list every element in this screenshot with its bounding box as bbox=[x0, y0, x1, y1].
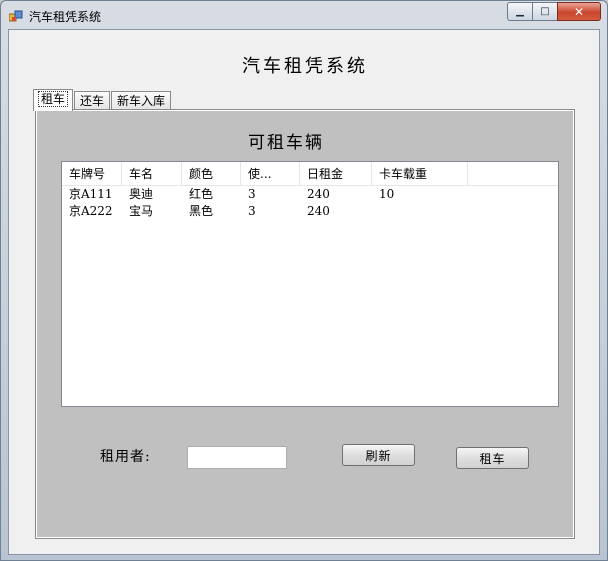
refresh-button[interactable]: 刷新 bbox=[342, 444, 415, 466]
cell-color: 红色 bbox=[189, 187, 214, 201]
close-button[interactable]: ✕ bbox=[557, 2, 601, 21]
car-list-view[interactable]: 车牌号 车名 颜色 使... 日租金 卡车载重 京A111 奥迪 红色 3 24… bbox=[61, 161, 559, 407]
cell-daily-rent: 240 bbox=[307, 187, 330, 201]
rent-button[interactable]: 租车 bbox=[456, 447, 529, 469]
list-header: 车牌号 车名 颜色 使... 日租金 卡车载重 bbox=[62, 162, 558, 186]
app-heading: 汽车租凭系统 bbox=[242, 56, 368, 77]
cell-years: 3 bbox=[248, 187, 256, 201]
cell-daily-rent: 240 bbox=[307, 204, 330, 218]
maximize-icon: □ bbox=[540, 6, 550, 17]
rent-tab-panel: 可租车辆 车牌号 车名 颜色 使... 日租金 卡车载重 京A111 奥迪 红色… bbox=[35, 109, 575, 539]
column-header-daily-rent[interactable]: 日租金 bbox=[300, 162, 372, 186]
minimize-button[interactable]: ▁ bbox=[507, 2, 533, 21]
cell-name: 宝马 bbox=[129, 204, 154, 218]
caption-buttons: ▁ □ ✕ bbox=[507, 2, 601, 21]
column-header-truck-load[interactable]: 卡车载重 bbox=[372, 162, 468, 186]
window-title: 汽车租凭系统 bbox=[29, 10, 102, 24]
tab-new-car[interactable]: 新车入库 bbox=[111, 91, 172, 111]
cell-truck-load: 10 bbox=[379, 187, 395, 201]
renter-input[interactable] bbox=[187, 446, 287, 469]
tab-new-car-label: 新车入库 bbox=[117, 94, 166, 108]
cell-name: 奥迪 bbox=[129, 187, 154, 201]
cell-color: 黑色 bbox=[189, 204, 214, 218]
app-icon bbox=[9, 10, 23, 22]
column-header-color[interactable]: 颜色 bbox=[182, 162, 241, 186]
tab-rent-label: 租车 bbox=[37, 91, 69, 107]
tab-strip: 租车 还车 新车入库 bbox=[33, 89, 172, 111]
cell-truck-load bbox=[372, 203, 468, 220]
title-bar[interactable]: 汽车租凭系统 ▁ □ ✕ bbox=[1, 1, 607, 29]
close-icon: ✕ bbox=[573, 4, 585, 19]
list-item[interactable]: 京A111 奥迪 红色 3 240 10 bbox=[62, 186, 558, 203]
tab-rent[interactable]: 租车 bbox=[33, 89, 74, 111]
client-area: 汽车租凭系统 租车 还车 新车入库 可租车辆 车牌号 车名 颜色 使... 日租… bbox=[8, 29, 600, 555]
column-header-years[interactable]: 使... bbox=[241, 162, 300, 186]
cell-plate: 京A222 bbox=[69, 204, 113, 218]
app-window: 汽车租凭系统 ▁ □ ✕ 汽车租凭系统 租车 还车 新车入库 可租车辆 车牌号 … bbox=[0, 0, 608, 561]
maximize-button[interactable]: □ bbox=[532, 2, 558, 21]
tab-return[interactable]: 还车 bbox=[74, 91, 111, 111]
column-header-name[interactable]: 车名 bbox=[122, 162, 182, 186]
cell-years: 3 bbox=[248, 204, 256, 218]
list-item[interactable]: 京A222 宝马 黑色 3 240 bbox=[62, 203, 558, 220]
cell-plate: 京A111 bbox=[69, 187, 113, 201]
tab-return-label: 还车 bbox=[80, 94, 105, 108]
minimize-icon: ▁ bbox=[516, 6, 524, 17]
available-cars-title: 可租车辆 bbox=[248, 133, 324, 153]
renter-label: 租用者: bbox=[100, 449, 151, 465]
column-header-plate[interactable]: 车牌号 bbox=[62, 162, 122, 186]
